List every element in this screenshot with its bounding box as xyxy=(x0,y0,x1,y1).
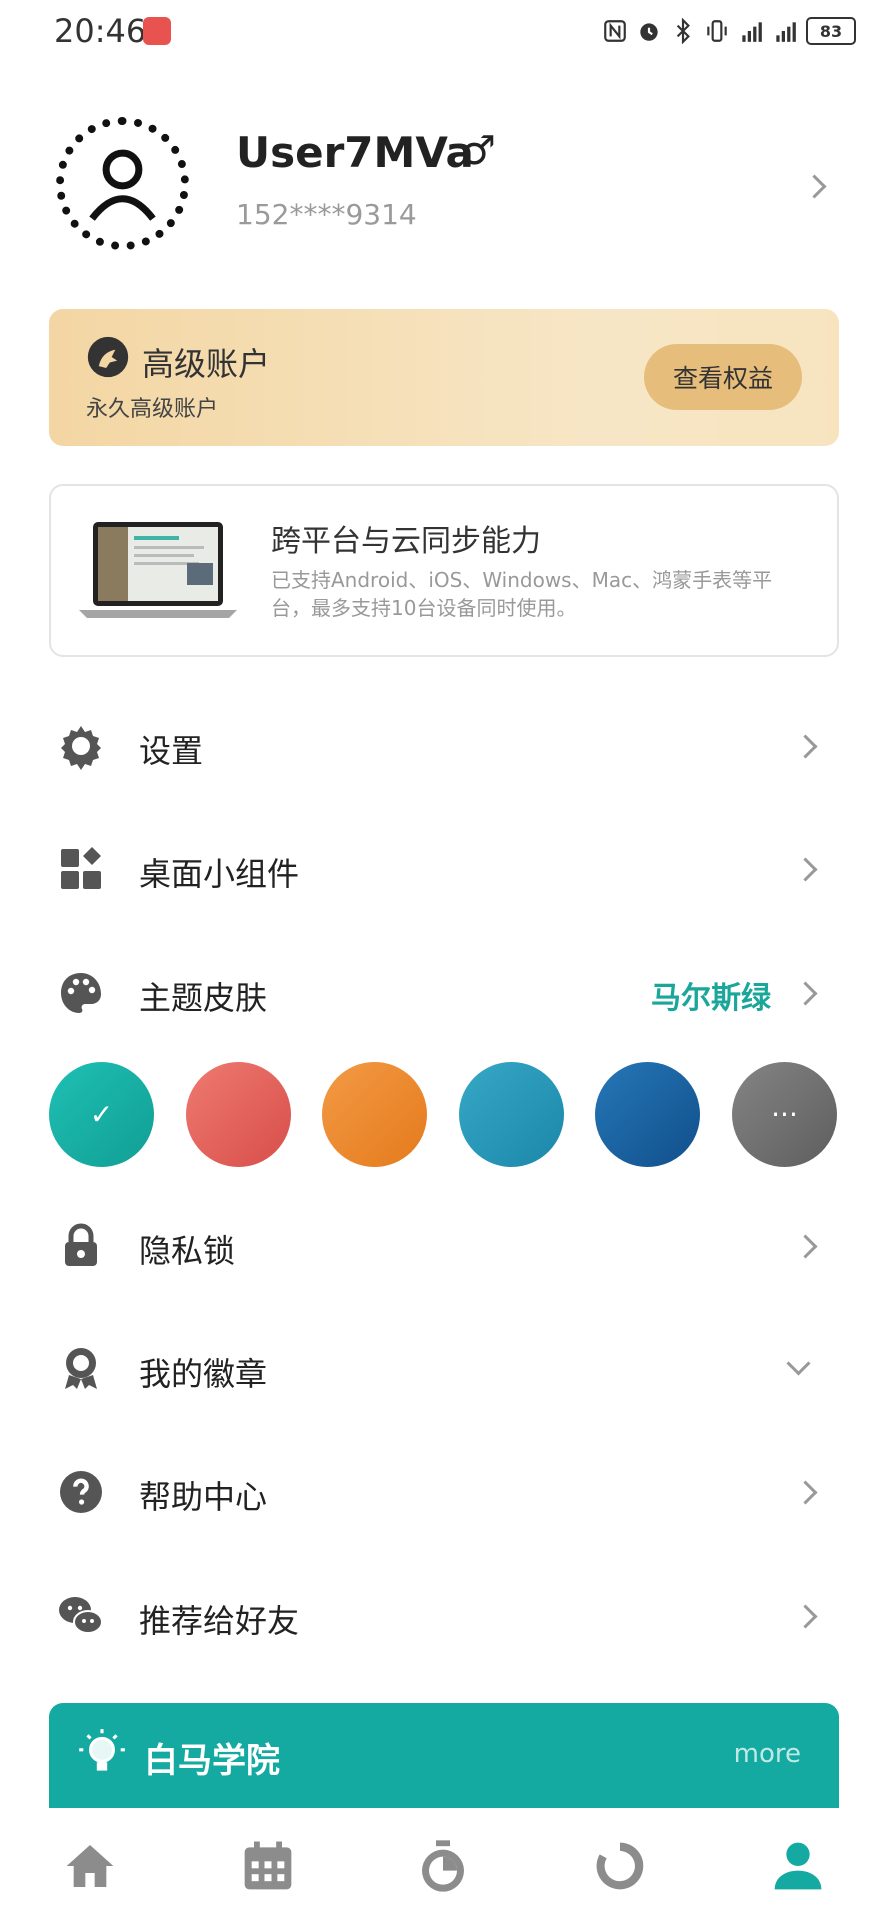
profile-header[interactable]: User7MVa ♂ 152****9314 xyxy=(0,100,886,270)
horse-icon xyxy=(87,336,129,378)
status-icons: 83 xyxy=(602,14,856,48)
academy-title: 白马学院 xyxy=(144,1741,280,1781)
timer-icon[interactable] xyxy=(415,1838,471,1894)
premium-subtitle: 永久高级账户 xyxy=(86,397,219,422)
chevron-right-icon xyxy=(802,174,827,199)
theme-swatch-cyan[interactable] xyxy=(459,1062,564,1167)
more-icon: ··· xyxy=(771,1098,798,1131)
recommend-row[interactable]: 推荐给好友 xyxy=(49,1570,839,1660)
help-center-row[interactable]: 帮助中心 xyxy=(49,1446,839,1536)
bottom-nav xyxy=(0,1808,886,1920)
vibrate-icon xyxy=(707,20,727,42)
current-theme-value: 马尔斯绿 xyxy=(651,981,771,1016)
privacy-lock-label: 隐私锁 xyxy=(139,1232,236,1270)
chevron-down-icon xyxy=(786,1351,811,1376)
home-icon[interactable] xyxy=(62,1838,118,1894)
gender-icon: ♂ xyxy=(460,128,496,174)
sync-card[interactable]: 跨平台与云同步能力 已支持Android、iOS、Windows、Mac、鸿蒙手… xyxy=(49,484,839,657)
gear-icon xyxy=(61,726,101,770)
palette-icon xyxy=(61,973,101,1013)
user-icon xyxy=(89,149,156,221)
privacy-lock-row[interactable]: 隐私锁 xyxy=(49,1200,839,1290)
badges-row[interactable]: 我的徽章 xyxy=(49,1323,839,1413)
laptop-icon xyxy=(79,522,237,618)
chevron-right-icon xyxy=(793,1604,818,1629)
academy-banner[interactable]: 白马学院 more xyxy=(49,1703,839,1813)
theme-swatch-orange[interactable] xyxy=(322,1062,427,1167)
chevron-right-icon xyxy=(793,1480,818,1505)
widgets-row[interactable]: 桌面小组件 xyxy=(49,823,839,913)
premium-title: 高级账户 xyxy=(142,345,271,383)
academy-more-link[interactable]: more xyxy=(734,1739,801,1769)
wechat-icon xyxy=(59,1597,103,1634)
help-center-label: 帮助中心 xyxy=(139,1478,268,1516)
badge-icon xyxy=(65,1348,97,1389)
status-time: 20:46 xyxy=(54,12,147,50)
stats-icon[interactable] xyxy=(592,1838,648,1894)
recommend-label: 推荐给好友 xyxy=(139,1602,300,1640)
view-benefits-button[interactable]: 查看权益 xyxy=(644,344,802,410)
status-bar: 20:46 83 xyxy=(0,0,886,62)
nfc-icon xyxy=(604,20,626,42)
theme-swatch-red[interactable] xyxy=(186,1062,291,1167)
avatar[interactable] xyxy=(56,117,189,250)
calendar-icon[interactable] xyxy=(240,1838,296,1894)
theme-swatch-blue[interactable] xyxy=(595,1062,700,1167)
chevron-right-icon xyxy=(793,734,818,759)
sync-description: 已支持Android、iOS、Windows、Mac、鸿蒙手表等平台，最多支持1… xyxy=(271,568,773,620)
badges-label: 我的徽章 xyxy=(139,1355,268,1393)
check-icon: ✓ xyxy=(89,1098,114,1131)
chevron-right-icon xyxy=(793,857,818,882)
bluetooth-icon xyxy=(676,18,690,44)
theme-label: 主题皮肤 xyxy=(139,979,268,1017)
battery-level: 83 xyxy=(819,21,843,41)
help-icon xyxy=(60,1471,102,1513)
lock-icon xyxy=(65,1223,97,1266)
profile-icon[interactable] xyxy=(770,1838,826,1894)
theme-row[interactable]: 主题皮肤 马尔斯绿 xyxy=(49,947,839,1037)
signal-icon xyxy=(742,22,762,42)
chevron-right-icon xyxy=(793,1234,818,1259)
settings-row[interactable]: 设置 xyxy=(49,700,839,790)
widgets-label: 桌面小组件 xyxy=(139,855,300,893)
theme-swatch-green[interactable]: ✓ xyxy=(49,1062,154,1167)
settings-label: 设置 xyxy=(139,732,204,770)
premium-card[interactable]: 高级账户 永久高级账户 查看权益 xyxy=(49,309,839,446)
sync-title: 跨平台与云同步能力 xyxy=(271,524,541,559)
battery-icon: 83 xyxy=(806,17,856,45)
widgets-icon xyxy=(61,847,101,889)
lightbulb-icon xyxy=(79,1729,125,1771)
alarm-icon xyxy=(640,23,658,41)
chevron-right-icon xyxy=(793,981,818,1006)
app-notification-icon xyxy=(143,17,171,45)
phone-number: 152****9314 xyxy=(236,198,417,231)
username: User7MVa xyxy=(236,128,474,177)
signal-icon-2 xyxy=(776,22,796,42)
theme-swatch-more[interactable]: ··· xyxy=(732,1062,837,1167)
